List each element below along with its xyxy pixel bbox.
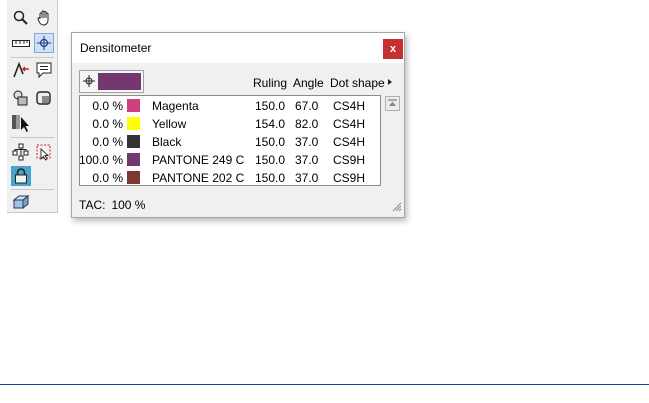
ink-ruling: 150.0 xyxy=(255,153,286,167)
table-row[interactable]: 0.0 % PANTONE 202 C 150.0 37.0 CS9H xyxy=(80,168,380,186)
toolbar-separator xyxy=(11,137,54,138)
ink-percent: 0.0 % xyxy=(92,99,123,113)
comment-icon[interactable] xyxy=(34,60,54,80)
hand-icon[interactable] xyxy=(34,8,54,28)
3d-box-icon[interactable] xyxy=(11,192,31,212)
rounded-rect-icon[interactable] xyxy=(34,88,54,108)
title-bar[interactable]: Densitometer x xyxy=(72,33,404,63)
ink-color-swatch xyxy=(127,117,140,130)
ink-dot-shape: CS9H xyxy=(333,171,366,185)
page-boundary-line xyxy=(0,384,649,385)
toolbar-separator xyxy=(11,189,54,190)
ink-name: Black xyxy=(152,135,182,149)
ruler-icon[interactable] xyxy=(11,33,31,53)
ink-name: PANTONE 249 C xyxy=(152,153,245,167)
ink-name: Magenta xyxy=(152,99,199,113)
ink-percent: 0.0 % xyxy=(92,135,123,149)
current-color-swatch xyxy=(98,73,141,90)
ink-percent: 100.0 % xyxy=(78,153,123,167)
ink-dot-shape: CS9H xyxy=(333,153,366,167)
ink-ruling: 154.0 xyxy=(255,117,286,131)
table-row[interactable]: 0.0 % Black 150.0 37.0 CS4H xyxy=(80,132,380,150)
pen-arrow-icon[interactable] xyxy=(11,60,31,80)
tree-icon[interactable] xyxy=(11,142,31,162)
table-row[interactable]: 100.0 % PANTONE 249 C 150.0 37.0 CS9H xyxy=(78,150,380,168)
densitometer-icon[interactable] xyxy=(34,33,54,53)
separation-arrow-icon[interactable] xyxy=(11,113,31,133)
resize-grip-icon[interactable] xyxy=(392,201,402,215)
ink-color-swatch xyxy=(127,99,140,112)
ink-angle: 67.0 xyxy=(295,99,319,113)
panel-menu-arrow-icon[interactable] xyxy=(388,79,392,85)
select-shape-icon[interactable] xyxy=(34,142,54,162)
ink-name: PANTONE 202 C xyxy=(152,171,245,185)
ink-angle: 37.0 xyxy=(295,171,319,185)
table-row[interactable]: 0.0 % Yellow 154.0 82.0 CS4H xyxy=(80,114,380,132)
zoom-icon[interactable] xyxy=(11,8,31,28)
ink-name: Yellow xyxy=(152,117,187,131)
ink-percent: 0.0 % xyxy=(92,117,123,131)
ink-color-swatch xyxy=(127,171,140,184)
ink-color-swatch xyxy=(127,135,140,148)
tac-value: 100 % xyxy=(111,198,146,212)
dot-shape-header: Dot shape xyxy=(330,76,385,90)
densitometer-window: Densitometer x Ruling Angle Dot shape 0.… xyxy=(71,32,405,218)
close-button[interactable]: x xyxy=(383,39,403,59)
color-picker[interactable] xyxy=(79,70,144,93)
table-row[interactable]: 0.0 % Magenta 150.0 67.0 CS4H xyxy=(80,96,380,114)
ink-angle: 37.0 xyxy=(295,153,319,167)
angle-header: Angle xyxy=(293,76,324,90)
ink-dot-shape: CS4H xyxy=(333,99,366,113)
tac-readout: TAC: 100 % xyxy=(79,198,145,212)
ink-angle: 37.0 xyxy=(295,135,319,149)
ink-percent: 0.0 % xyxy=(92,171,123,185)
ruling-header: Ruling xyxy=(253,76,288,90)
toolbar-separator xyxy=(11,57,54,58)
ink-dot-shape: CS4H xyxy=(333,135,366,149)
shapes-icon[interactable] xyxy=(11,88,31,108)
ink-ruling: 150.0 xyxy=(255,135,286,149)
ink-table: 0.0 % Magenta 150.0 67.0 CS4H 0.0 % Yell… xyxy=(79,95,381,186)
ink-ruling: 150.0 xyxy=(255,171,286,185)
scroll-to-top-button[interactable] xyxy=(385,96,400,111)
window-title: Densitometer xyxy=(80,41,152,55)
lock-icon[interactable] xyxy=(11,166,31,186)
tools-panel xyxy=(7,0,58,213)
ink-angle: 82.0 xyxy=(295,117,319,131)
ink-ruling: 150.0 xyxy=(255,99,286,113)
target-icon xyxy=(83,75,95,90)
ink-color-swatch xyxy=(127,153,140,166)
ink-dot-shape: CS4H xyxy=(333,117,366,131)
tac-label: TAC: xyxy=(79,198,106,212)
